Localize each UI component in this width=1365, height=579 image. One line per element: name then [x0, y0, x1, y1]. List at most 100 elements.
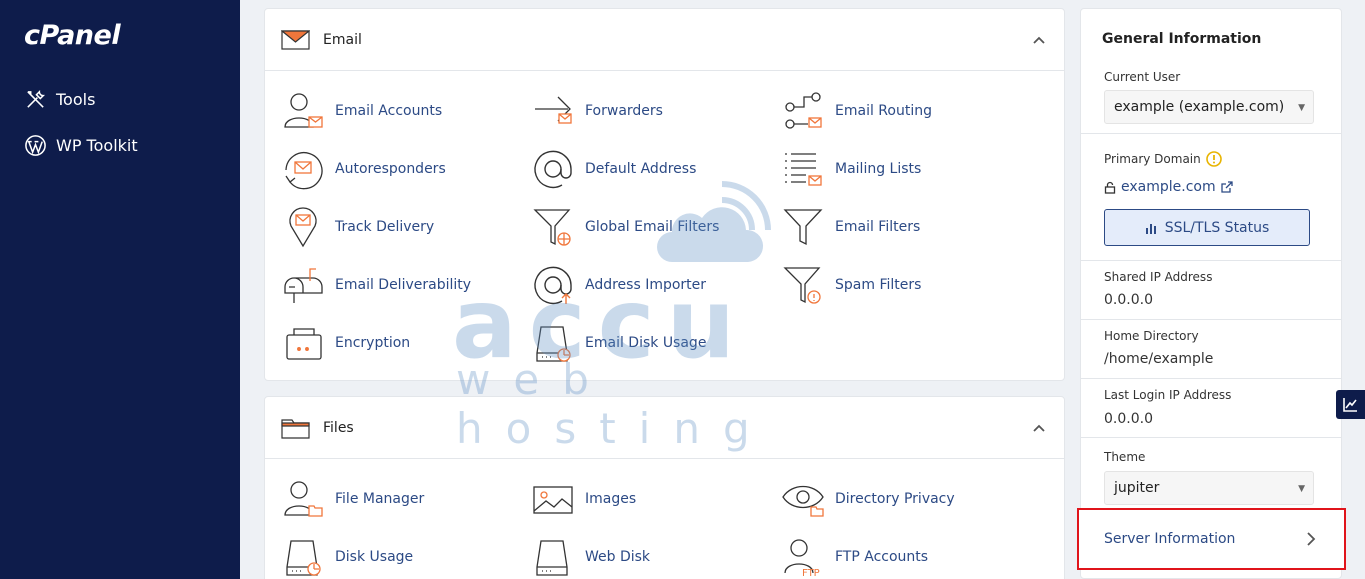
email-panel-header[interactable]: Email: [265, 9, 1064, 71]
current-user-select[interactable]: example (example.com) ▼: [1104, 90, 1314, 124]
chevron-up-icon[interactable]: [1030, 419, 1048, 437]
server-information-link[interactable]: Server Information: [1077, 508, 1346, 570]
tool-images[interactable]: Images: [531, 477, 636, 521]
sidebar-item-label: WP Toolkit: [56, 136, 138, 155]
tool-default-address[interactable]: Default Address: [531, 147, 696, 191]
tool-label: Disk Usage: [335, 549, 414, 565]
tool-label: Mailing Lists: [835, 161, 922, 177]
tool-label: Directory Privacy: [835, 491, 955, 507]
email-panel: Email Email Accounts Forwarders Email Ro…: [264, 8, 1065, 381]
tool-label: Default Address: [585, 161, 697, 177]
divider: [1081, 133, 1341, 134]
tool-web-disk[interactable]: Web Disk: [531, 535, 650, 579]
tool-label: Email Accounts: [335, 103, 443, 119]
spam-filters-icon: [783, 267, 821, 304]
chevron-right-icon: [1307, 532, 1316, 546]
theme-label: Theme: [1104, 450, 1146, 464]
tool-email-deliverability[interactable]: Email Deliverability: [281, 263, 471, 307]
shared-ip-label: Shared IP Address: [1104, 270, 1213, 284]
tool-ftp-accounts[interactable]: FTP FTP Accounts: [781, 535, 928, 579]
divider: [1081, 319, 1341, 320]
tools-icon: [27, 89, 46, 108]
email-routing-icon: [785, 92, 822, 129]
envelope-icon: [281, 29, 310, 50]
tool-track-delivery[interactable]: Track Delivery: [281, 205, 434, 249]
dropdown-arrow-icon: ▼: [1298, 103, 1305, 113]
tool-label: Spam Filters: [835, 277, 922, 293]
last-login-ip-value: 0.0.0.0: [1104, 411, 1153, 427]
files-panel: Files File Manager Images Directory Priv…: [264, 396, 1065, 579]
primary-domain-label: Primary Domain: [1104, 152, 1201, 166]
tool-directory-privacy[interactable]: Directory Privacy: [781, 477, 955, 521]
warning-icon[interactable]: [1205, 151, 1222, 167]
last-login-ip-label: Last Login IP Address: [1104, 388, 1232, 402]
external-link-icon: [1220, 181, 1233, 193]
shared-ip-value: 0.0.0.0: [1104, 292, 1153, 308]
tool-file-manager[interactable]: File Manager: [281, 477, 424, 521]
sidebar-item-wp-toolkit[interactable]: WP Toolkit: [24, 134, 138, 157]
wordpress-icon: [25, 135, 46, 156]
tool-forwarders[interactable]: Forwarders: [531, 89, 663, 133]
divider: [1081, 378, 1341, 379]
tool-label: Email Disk Usage: [585, 335, 707, 351]
home-directory-value: /home/example: [1104, 351, 1214, 367]
server-information-label: Server Information: [1104, 531, 1236, 547]
panel-title: Email: [323, 31, 362, 48]
svg-text:FTP: FTP: [802, 568, 820, 577]
tool-email-accounts[interactable]: Email Accounts: [281, 89, 442, 133]
tool-mailing-lists[interactable]: Mailing Lists: [781, 147, 921, 191]
track-delivery-icon: [289, 207, 317, 248]
global-email-filters-icon: [533, 209, 571, 246]
tool-label: Web Disk: [585, 549, 651, 565]
forwarders-icon: [535, 96, 572, 124]
bar-chart-icon: [1145, 223, 1156, 234]
eye-icon: [782, 485, 824, 517]
mailbox-icon: [284, 268, 323, 303]
divider: [1081, 260, 1341, 261]
tool-label: Email Filters: [835, 219, 921, 235]
tool-label: Email Deliverability: [335, 277, 472, 293]
images-icon: [533, 486, 573, 514]
tool-encryption[interactable]: Encryption: [281, 321, 410, 365]
sidebar-item-tools[interactable]: Tools: [24, 88, 95, 111]
tool-label: Global Email Filters: [585, 219, 720, 235]
tool-spam-filters[interactable]: Spam Filters: [781, 263, 921, 307]
ftp-accounts-icon: FTP: [784, 539, 820, 577]
theme-select[interactable]: jupiter ▼: [1104, 471, 1314, 505]
statistics-toggle[interactable]: [1336, 390, 1365, 419]
tool-autoresponders[interactable]: Autoresponders: [281, 147, 446, 191]
mailing-lists-icon: [785, 153, 822, 186]
encryption-icon: [286, 328, 322, 360]
tool-disk-usage[interactable]: Disk Usage: [281, 535, 413, 579]
dropdown-arrow-icon: ▼: [1298, 484, 1305, 494]
tool-email-disk-usage[interactable]: Email Disk Usage: [531, 321, 706, 365]
ssl-tls-status-button[interactable]: SSL/TLS Status: [1104, 209, 1310, 246]
tool-email-filters[interactable]: Email Filters: [781, 205, 920, 249]
chevron-up-icon[interactable]: [1030, 31, 1048, 49]
tool-label: Forwarders: [585, 103, 663, 119]
theme-value: jupiter: [1114, 480, 1160, 496]
email-disk-usage-icon: [536, 326, 571, 362]
cpanel-logo[interactable]: cPanel: [24, 20, 121, 51]
current-user-value: example (example.com): [1114, 99, 1285, 115]
tool-label: File Manager: [335, 491, 425, 507]
tool-global-email-filters[interactable]: Global Email Filters: [531, 205, 719, 249]
primary-domain-link[interactable]: example.com: [1104, 179, 1233, 195]
panel-title: Files: [323, 419, 354, 436]
tool-label: Email Routing: [835, 103, 932, 119]
email-accounts-icon: [284, 93, 323, 128]
tool-label: Images: [585, 491, 637, 507]
files-panel-header[interactable]: Files: [265, 397, 1064, 459]
panel-title: General Information: [1102, 31, 1262, 47]
primary-domain-value: example.com: [1121, 179, 1216, 195]
file-manager-icon: [284, 481, 323, 517]
address-importer-icon: [534, 266, 572, 305]
sidebar-item-label: Tools: [56, 90, 96, 109]
tool-label: Autoresponders: [335, 161, 446, 177]
tool-address-importer[interactable]: Address Importer: [531, 263, 706, 307]
primary-domain-label-row: Primary Domain: [1104, 151, 1222, 167]
general-information-panel: General Information Current User example…: [1080, 8, 1342, 579]
tool-label: FTP Accounts: [835, 549, 929, 565]
tool-label: Track Delivery: [335, 219, 435, 235]
tool-email-routing[interactable]: Email Routing: [781, 89, 932, 133]
